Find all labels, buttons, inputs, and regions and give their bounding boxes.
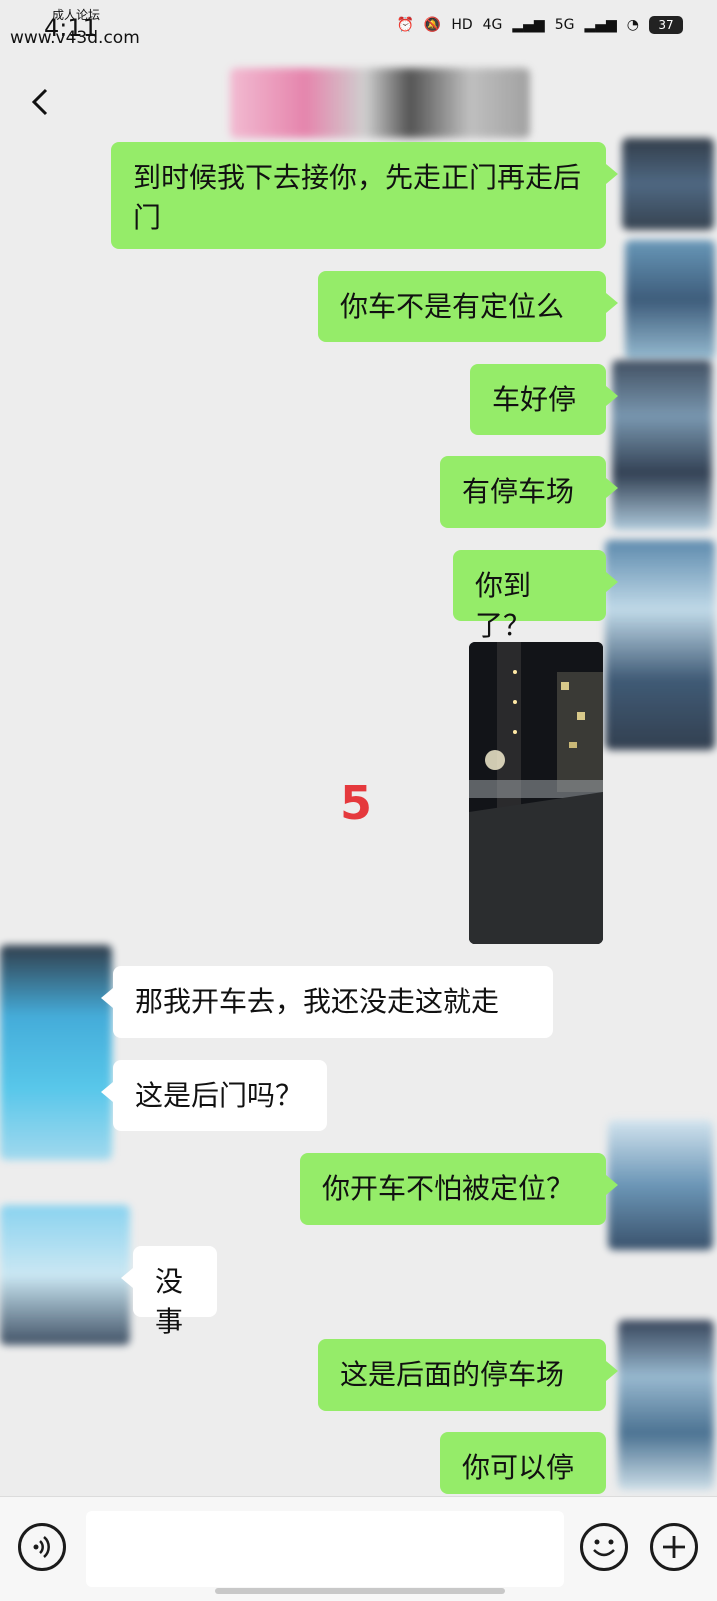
message-bubble-sent[interactable]: 这是后面的停车场 <box>318 1339 618 1411</box>
message-bubble-sent[interactable]: 到时候我下去接你，先走正门再走后门 <box>111 142 618 249</box>
watermark-url: www.v43d.com <box>10 28 140 48</box>
chat-header <box>0 62 717 142</box>
hd-label: HD <box>451 17 473 33</box>
avatar <box>622 138 714 230</box>
wifi-icon: ◔ <box>626 17 639 33</box>
voice-icon[interactable] <box>18 1523 66 1571</box>
annotation-number: 5 <box>340 776 373 830</box>
message-bubble-sent[interactable]: 你车不是有定位么 <box>318 271 618 342</box>
signal-icon-2: ▂▄▆ <box>584 17 617 33</box>
avatar <box>605 540 715 750</box>
home-indicator[interactable] <box>215 1588 505 1594</box>
message-bubble-received[interactable]: 那我开车去，我还没走这就走 <box>101 966 553 1038</box>
avatar <box>612 360 712 530</box>
battery-icon: 37 <box>649 16 683 34</box>
message-bubble-sent[interactable]: 车好停 <box>470 364 618 435</box>
network-5g: 5G <box>554 17 575 33</box>
image-message[interactable] <box>469 642 603 944</box>
avatar <box>0 1205 130 1345</box>
emoji-icon[interactable] <box>580 1523 628 1571</box>
mute-icon: 🔕 <box>423 17 442 33</box>
message-bubble-sent[interactable]: 你开车不怕被定位？ <box>300 1153 618 1225</box>
message-bubble-sent[interactable]: 有停车场 <box>440 456 618 528</box>
message-bubble-sent[interactable]: 你到了？ <box>453 550 618 642</box>
plus-icon[interactable] <box>650 1523 698 1571</box>
alarm-icon: ⏰ <box>396 17 414 33</box>
input-bar <box>0 1496 717 1601</box>
avatar <box>608 1120 713 1250</box>
avatar <box>0 945 112 1160</box>
redacted-contact-name <box>230 68 530 138</box>
message-bubble-received[interactable]: 这是后门吗？ <box>101 1060 327 1131</box>
status-bar: 成人论坛 4:11 www.v43d.com ⏰ 🔕 HD 4G ▂▄▆ 5G … <box>0 0 717 62</box>
night-photo <box>469 642 603 944</box>
message-input[interactable] <box>86 1511 564 1587</box>
message-bubble-sent[interactable]: 你可以停 <box>440 1432 606 1494</box>
chevron-left-icon[interactable] <box>22 82 62 122</box>
network-4g: 4G <box>482 17 503 33</box>
avatar <box>618 1320 714 1490</box>
status-icons: ⏰ 🔕 HD 4G ▂▄▆ 5G ▂▄▆ ◔ 37 <box>396 16 683 34</box>
signal-icon: ▂▄▆ <box>512 17 545 33</box>
avatar <box>625 240 715 360</box>
message-bubble-received[interactable]: 没事 <box>121 1246 217 1338</box>
